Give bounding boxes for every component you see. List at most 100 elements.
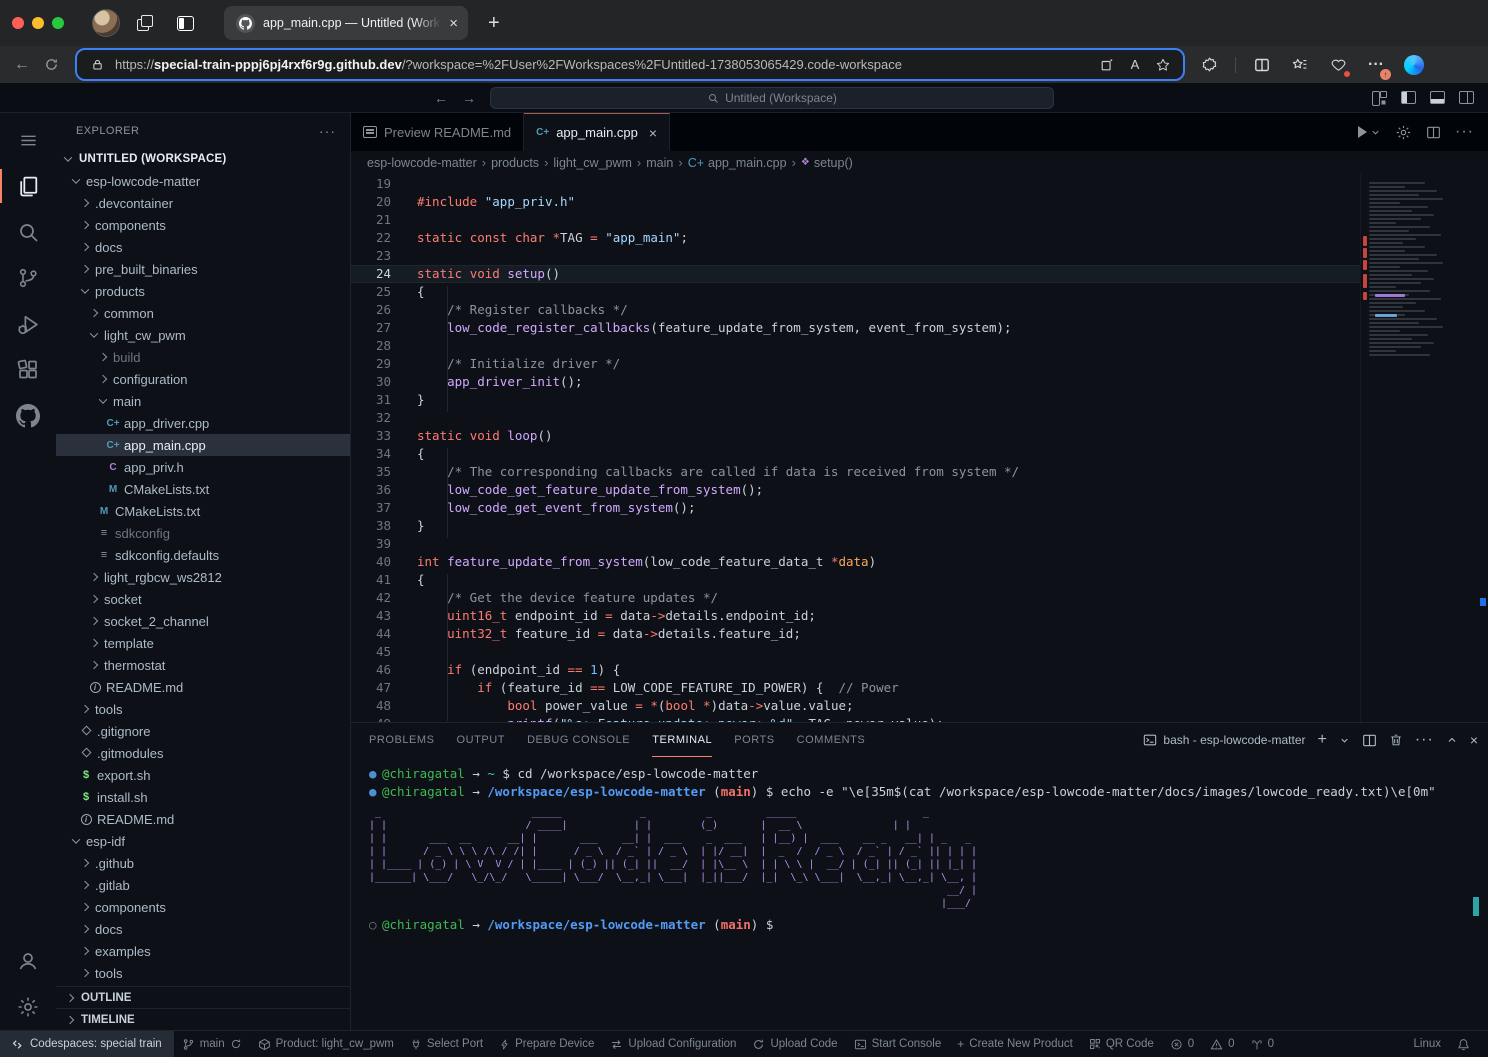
status-prepare-device[interactable]: Prepare Device bbox=[491, 1031, 602, 1057]
tree-folder-pre-built-binaries[interactable]: pre_built_binaries bbox=[56, 258, 350, 280]
status-select-port[interactable]: Select Port bbox=[402, 1031, 491, 1057]
explorer-more-actions-icon[interactable]: ··· bbox=[319, 123, 336, 139]
tree-file-app-main-cpp[interactable]: C+app_main.cpp bbox=[56, 434, 350, 456]
search-icon[interactable] bbox=[0, 209, 56, 255]
breadcrumb-item[interactable]: main bbox=[646, 156, 673, 170]
tree-folder-main[interactable]: main bbox=[56, 390, 350, 412]
tree-folder-thermostat[interactable]: thermostat bbox=[56, 654, 350, 676]
kill-terminal-icon[interactable] bbox=[1389, 733, 1403, 747]
tree-file-export-sh[interactable]: $export.sh bbox=[56, 764, 350, 786]
tree-folder-docs[interactable]: docs bbox=[56, 918, 350, 940]
status-start-console[interactable]: Start Console bbox=[846, 1031, 950, 1057]
split-terminal-icon[interactable] bbox=[1362, 733, 1377, 748]
status-bell[interactable] bbox=[1449, 1031, 1478, 1057]
panel-tab-terminal[interactable]: TERMINAL bbox=[652, 723, 712, 757]
history-forward-icon[interactable]: → bbox=[462, 90, 476, 106]
minimap[interactable] bbox=[1360, 174, 1488, 722]
close-panel-icon[interactable]: × bbox=[1470, 732, 1478, 748]
panel-tab-comments[interactable]: COMMENTS bbox=[797, 723, 866, 757]
more-actions-icon[interactable]: ··· bbox=[1455, 123, 1474, 141]
window-controls[interactable] bbox=[12, 17, 64, 29]
minimize-window-button[interactable] bbox=[32, 17, 44, 29]
tree-folder--github[interactable]: .github bbox=[56, 852, 350, 874]
workspace-root-row[interactable]: UNTITLED (WORKSPACE) bbox=[56, 148, 350, 170]
status-qr-code[interactable]: QR Code bbox=[1081, 1031, 1162, 1057]
tree-file-app-driver-cpp[interactable]: C+app_driver.cpp bbox=[56, 412, 350, 434]
tree-folder-products[interactable]: products bbox=[56, 280, 350, 302]
status-create-new-product[interactable]: +Create New Product bbox=[949, 1031, 1081, 1057]
tree-file-cmakelists-txt[interactable]: MCMakeLists.txt bbox=[56, 478, 350, 500]
new-tab-button[interactable]: + bbox=[488, 12, 500, 35]
tree-folder-components[interactable]: components bbox=[56, 896, 350, 918]
tree-file-readme-md[interactable]: iREADME.md bbox=[56, 676, 350, 698]
tree-file-install-sh[interactable]: $install.sh bbox=[56, 786, 350, 808]
status-product-light-cw-pwm[interactable]: Product: light_cw_pwm bbox=[250, 1031, 402, 1057]
tree-folder-configuration[interactable]: configuration bbox=[56, 368, 350, 390]
reader-mode-icon[interactable]: A bbox=[1125, 57, 1145, 72]
run-debug-icon[interactable] bbox=[0, 301, 56, 347]
toggle-sidebar-icon[interactable] bbox=[1401, 91, 1416, 104]
status-upload-code[interactable]: Upload Code bbox=[744, 1031, 845, 1057]
github-icon[interactable] bbox=[0, 393, 56, 439]
copilot-icon[interactable] bbox=[1402, 53, 1426, 77]
tree-folder--devcontainer[interactable]: .devcontainer bbox=[56, 192, 350, 214]
breadcrumb-item[interactable]: C+app_main.cpp bbox=[688, 156, 787, 170]
tree-folder-socket-2-channel[interactable]: socket_2_channel bbox=[56, 610, 350, 632]
new-terminal-icon[interactable]: + bbox=[1317, 731, 1326, 749]
customize-layout-icon[interactable] bbox=[1372, 91, 1387, 104]
collections-icon[interactable] bbox=[130, 8, 160, 38]
maximize-panel-icon[interactable] bbox=[1446, 734, 1458, 746]
split-editor-icon[interactable] bbox=[1426, 125, 1441, 140]
tree-folder-esp-idf[interactable]: esp-idf bbox=[56, 830, 350, 852]
account-icon[interactable] bbox=[0, 938, 56, 984]
tree-file-cmakelists-txt[interactable]: MCMakeLists.txt bbox=[56, 500, 350, 522]
status-upload-configuration[interactable]: Upload Configuration bbox=[602, 1031, 744, 1057]
tree-folder-light-rgbcw-ws2812[interactable]: light_rgbcw_ws2812 bbox=[56, 566, 350, 588]
panel-tab-debug-console[interactable]: DEBUG CONSOLE bbox=[527, 723, 630, 757]
tree-folder-build[interactable]: build bbox=[56, 346, 350, 368]
editor-settings-icon[interactable] bbox=[1395, 124, 1412, 141]
menu-icon[interactable] bbox=[0, 117, 56, 163]
code-editor[interactable]: 1920#include "app_priv.h"2122static cons… bbox=[351, 174, 1488, 722]
editor-tab-app-main-cpp[interactable]: C+app_main.cpp× bbox=[524, 113, 670, 151]
tree-folder--gitlab[interactable]: .gitlab bbox=[56, 874, 350, 896]
tree-folder-socket[interactable]: socket bbox=[56, 588, 350, 610]
status-os-label[interactable]: Linux bbox=[1406, 1031, 1450, 1057]
browser-tab[interactable]: app_main.cpp — Untitled (Work × bbox=[224, 6, 468, 40]
tree-folder-docs[interactable]: docs bbox=[56, 236, 350, 258]
toggle-secondary-sidebar-icon[interactable] bbox=[1459, 91, 1474, 104]
tree-folder-template[interactable]: template bbox=[56, 632, 350, 654]
panel-tab-output[interactable]: OUTPUT bbox=[457, 723, 506, 757]
close-window-button[interactable] bbox=[12, 17, 24, 29]
status-codespaces-special-train[interactable]: Codespaces: special train bbox=[0, 1031, 174, 1057]
settings-icon[interactable] bbox=[0, 984, 56, 1030]
maximize-window-button[interactable] bbox=[52, 17, 64, 29]
panel-tab-problems[interactable]: PROBLEMS bbox=[369, 723, 435, 757]
favorites-bar-icon[interactable] bbox=[1288, 53, 1312, 77]
source-control-icon[interactable] bbox=[0, 255, 56, 301]
tree-file-app-priv-h[interactable]: Capp_priv.h bbox=[56, 456, 350, 478]
tree-folder-common[interactable]: common bbox=[56, 302, 350, 324]
favorite-star-icon[interactable] bbox=[1153, 57, 1173, 73]
more-toolbar-icon[interactable]: ···↑ bbox=[1364, 53, 1388, 77]
sidebar-section-timeline[interactable]: TIMELINE bbox=[56, 1008, 350, 1030]
status-0[interactable]: 0 bbox=[1162, 1031, 1202, 1057]
tree-folder-light-cw-pwm[interactable]: light_cw_pwm bbox=[56, 324, 350, 346]
status-0[interactable]: 0 bbox=[1202, 1031, 1242, 1057]
address-bar[interactable]: https://special-train-pppj6pj4rxf6r9g.gi… bbox=[77, 50, 1183, 79]
extensions-icon[interactable] bbox=[0, 347, 56, 393]
tab-overview-icon[interactable] bbox=[170, 8, 200, 38]
command-center[interactable]: Untitled (Workspace) bbox=[490, 87, 1054, 109]
status-0[interactable]: 0 bbox=[1243, 1031, 1282, 1057]
split-screen-icon[interactable] bbox=[1250, 53, 1274, 77]
sidebar-section-outline[interactable]: OUTLINE bbox=[56, 986, 350, 1008]
tree-file-sdkconfig[interactable]: ≡sdkconfig bbox=[56, 522, 350, 544]
profile-avatar[interactable] bbox=[92, 9, 120, 37]
close-tab-icon[interactable]: × bbox=[449, 15, 458, 32]
toggle-panel-icon[interactable] bbox=[1430, 91, 1445, 104]
url-text[interactable]: https://special-train-pppj6pj4rxf6r9g.gi… bbox=[115, 57, 1089, 72]
status-main[interactable]: main bbox=[174, 1031, 250, 1057]
tree-folder-components[interactable]: components bbox=[56, 214, 350, 236]
back-icon[interactable]: ← bbox=[14, 56, 30, 74]
tree-folder-tools[interactable]: tools bbox=[56, 962, 350, 984]
